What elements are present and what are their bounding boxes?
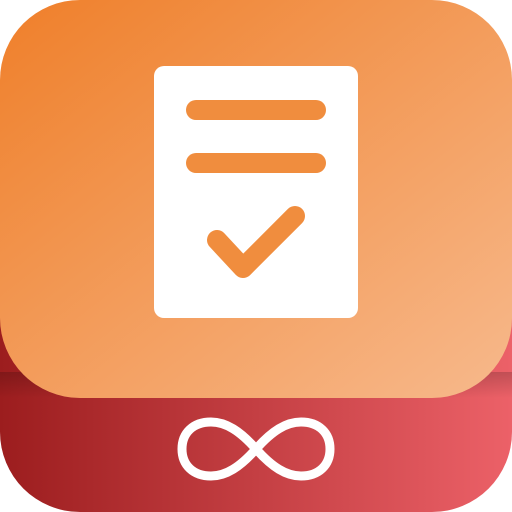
document-icon: [154, 66, 358, 318]
stage: [0, 0, 512, 512]
app-icon[interactable]: [0, 0, 512, 512]
